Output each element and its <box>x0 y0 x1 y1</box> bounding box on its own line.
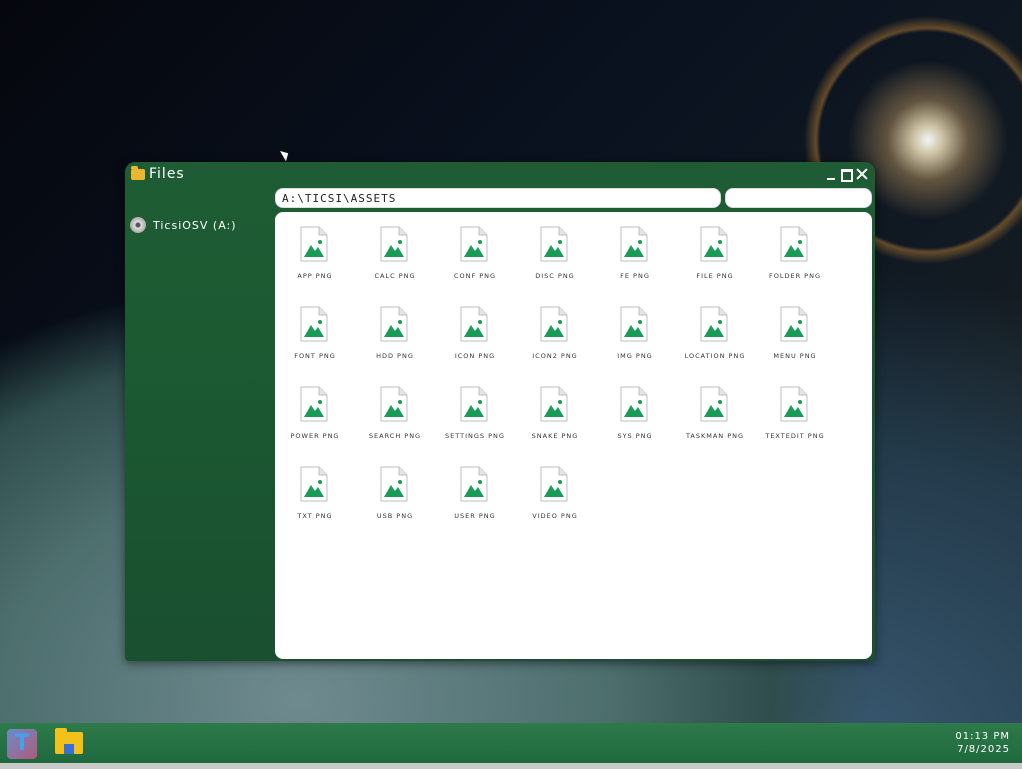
image-file-icon <box>300 466 328 502</box>
image-file-icon <box>780 386 808 422</box>
file-name: ICON PNG <box>454 352 496 360</box>
maximize-icon <box>841 169 853 182</box>
file-item[interactable]: VIDEO PNG <box>515 466 595 536</box>
image-file-icon <box>540 386 568 422</box>
image-file-icon <box>620 386 648 422</box>
window-title: Files <box>149 166 185 182</box>
sidebar-item-label: TicsiOSV (A:) <box>153 218 237 232</box>
image-file-icon <box>460 306 488 342</box>
minimize-icon <box>827 178 835 180</box>
file-name: FONT PNG <box>294 352 336 360</box>
disc-icon <box>130 217 146 233</box>
file-name: HDD PNG <box>376 352 414 360</box>
file-name: LOCATION PNG <box>684 352 746 360</box>
file-name: VIDEO PNG <box>532 512 578 520</box>
file-name: CALC PNG <box>374 272 416 280</box>
sidebar: TicsiOSV (A:) <box>125 210 273 655</box>
file-name: POWER PNG <box>290 432 340 440</box>
file-name: CONF PNG <box>453 272 497 280</box>
file-item[interactable]: CONF PNG <box>435 226 515 296</box>
file-item[interactable]: SETTINGS PNG <box>435 386 515 456</box>
image-file-icon <box>460 386 488 422</box>
image-file-icon <box>700 386 728 422</box>
file-name: SNAKE PNG <box>531 432 579 440</box>
image-file-icon <box>460 466 488 502</box>
file-name: APP PNG <box>297 272 333 280</box>
image-file-icon <box>380 306 408 342</box>
file-name: MENU PNG <box>773 352 817 360</box>
ticsi-app-icon[interactable]: T <box>7 729 37 759</box>
file-item[interactable]: TASKMAN PNG <box>675 386 755 456</box>
taskbar: T 01:13 PM 7/8/2025 <box>0 723 1022 763</box>
image-file-icon <box>300 386 328 422</box>
image-file-icon <box>780 306 808 342</box>
image-file-icon <box>380 386 408 422</box>
image-file-icon <box>780 226 808 262</box>
file-item[interactable]: LOCATION PNG <box>675 306 755 376</box>
file-item[interactable]: POWER PNG <box>275 386 355 456</box>
file-name: SYS PNG <box>617 432 653 440</box>
minimize-button[interactable] <box>824 167 838 181</box>
file-item[interactable]: FONT PNG <box>275 306 355 376</box>
image-file-icon <box>540 226 568 262</box>
clock[interactable]: 01:13 PM 7/8/2025 <box>955 730 1010 756</box>
file-name: FOLDER PNG <box>769 272 821 280</box>
path-input[interactable]: A:\TICSI\ASSETS <box>275 188 721 208</box>
clock-time: 01:13 PM <box>955 731 1010 742</box>
sidebar-item-drive[interactable]: TicsiOSV (A:) <box>130 216 237 234</box>
file-name: USER PNG <box>454 512 496 520</box>
file-item[interactable]: SEARCH PNG <box>355 386 435 456</box>
file-name: DISC PNG <box>535 272 575 280</box>
image-file-icon <box>380 226 408 262</box>
clock-date: 7/8/2025 <box>957 744 1010 755</box>
folder-icon <box>131 166 145 180</box>
file-item[interactable]: FE PNG <box>595 226 675 296</box>
file-name: IMG PNG <box>617 352 653 360</box>
file-item[interactable]: ICON PNG <box>435 306 515 376</box>
file-item[interactable]: USB PNG <box>355 466 435 536</box>
file-item[interactable]: MENU PNG <box>755 306 835 376</box>
maximize-button[interactable] <box>839 167 853 182</box>
image-file-icon <box>540 466 568 502</box>
file-item[interactable]: SNAKE PNG <box>515 386 595 456</box>
file-name: FILE PNG <box>696 272 734 280</box>
file-name: FE PNG <box>620 272 650 280</box>
window-titlebar[interactable]: Files <box>125 162 875 188</box>
file-name: TEXTEDIT PNG <box>765 432 825 440</box>
file-item[interactable]: SYS PNG <box>595 386 675 456</box>
file-item[interactable]: CALC PNG <box>355 226 435 296</box>
file-name: TXT PNG <box>297 512 333 520</box>
search-input[interactable] <box>725 188 872 208</box>
file-item[interactable]: FILE PNG <box>675 226 755 296</box>
image-file-icon <box>380 466 408 502</box>
file-name: SEARCH PNG <box>368 432 422 440</box>
image-file-icon <box>460 226 488 262</box>
file-item[interactable]: TEXTEDIT PNG <box>755 386 835 456</box>
file-item[interactable]: HDD PNG <box>355 306 435 376</box>
file-name: ICON2 PNG <box>532 352 578 360</box>
file-item[interactable]: ICON2 PNG <box>515 306 595 376</box>
file-item[interactable]: FOLDER PNG <box>755 226 835 296</box>
image-file-icon <box>300 306 328 342</box>
screen-bottom-edge <box>0 763 1022 769</box>
close-button[interactable] <box>855 167 869 181</box>
image-file-icon <box>700 306 728 342</box>
file-list: APP PNG CALC PNG CONF PNG DISC PNG FE PNG FIL… <box>275 212 872 659</box>
image-file-icon <box>620 226 648 262</box>
mouse-pointer-icon <box>280 148 292 162</box>
image-file-icon <box>700 226 728 262</box>
file-item[interactable]: DISC PNG <box>515 226 595 296</box>
file-name: USB PNG <box>376 512 414 520</box>
file-item[interactable]: TXT PNG <box>275 466 355 536</box>
image-file-icon <box>300 226 328 262</box>
file-name: TASKMAN PNG <box>685 432 745 440</box>
files-app-icon[interactable] <box>55 728 83 754</box>
file-item[interactable]: IMG PNG <box>595 306 675 376</box>
files-window: Files A:\TICSI\ASSETS TicsiOSV (A:) APP … <box>125 162 875 661</box>
file-item[interactable]: APP PNG <box>275 226 355 296</box>
image-file-icon <box>540 306 568 342</box>
file-name: SETTINGS PNG <box>445 432 505 440</box>
file-item[interactable]: USER PNG <box>435 466 515 536</box>
image-file-icon <box>620 306 648 342</box>
